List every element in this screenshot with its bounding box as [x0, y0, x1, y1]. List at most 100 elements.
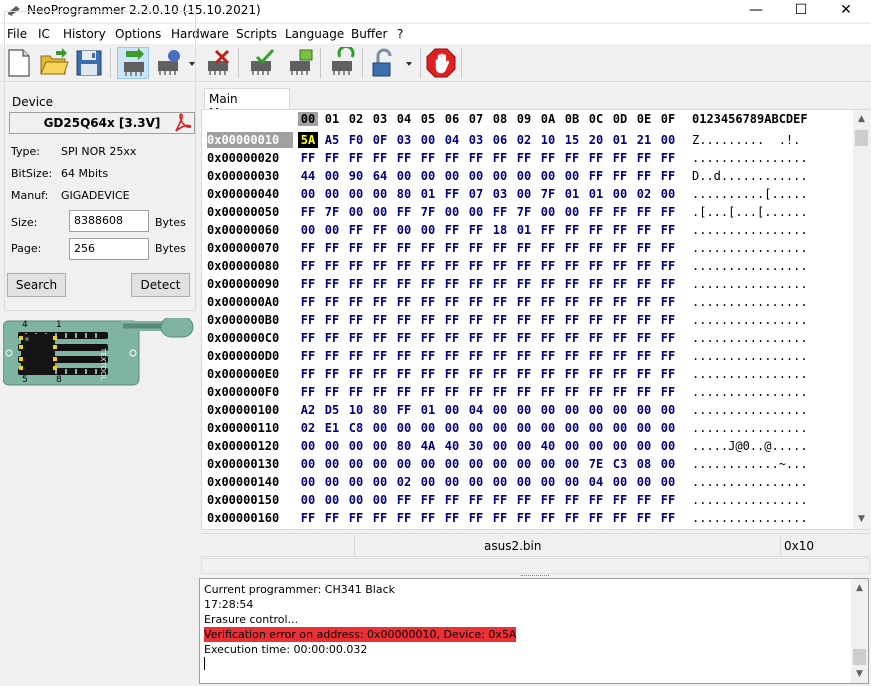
hex-byte-cell[interactable]: FF: [394, 240, 414, 256]
hex-byte-cell[interactable]: 00: [490, 402, 510, 418]
hex-byte-cell[interactable]: 4A: [418, 438, 438, 454]
hex-byte-cell[interactable]: FF: [298, 384, 318, 400]
hex-byte-cell[interactable]: FF: [442, 330, 462, 346]
hex-byte-cell[interactable]: FF: [562, 294, 582, 310]
hex-byte-cell[interactable]: 00: [658, 420, 678, 436]
hex-byte-cell[interactable]: FF: [466, 150, 486, 166]
hex-byte-cell[interactable]: FF: [442, 258, 462, 274]
hex-byte-cell[interactable]: FF: [442, 348, 462, 364]
hex-byte-cell[interactable]: 80: [394, 186, 414, 202]
hex-byte-cell[interactable]: FF: [610, 204, 630, 220]
hex-byte-cell[interactable]: FF: [490, 258, 510, 274]
hex-byte-cell[interactable]: 00: [586, 402, 606, 418]
hex-byte-cell[interactable]: FF: [322, 330, 342, 346]
hex-byte-cell[interactable]: 00: [538, 402, 558, 418]
hex-byte-cell[interactable]: 00: [370, 438, 390, 454]
hex-byte-cell[interactable]: FF: [394, 294, 414, 310]
scroll-down-arrow-icon[interactable]: ▼: [854, 512, 869, 527]
hex-byte-cell[interactable]: FF: [370, 384, 390, 400]
hex-byte-cell[interactable]: 00: [298, 474, 318, 490]
hex-byte-cell[interactable]: FF: [586, 330, 606, 346]
hex-byte-cell[interactable]: FF: [562, 222, 582, 238]
hex-byte-cell[interactable]: 00: [658, 186, 678, 202]
hex-byte-cell[interactable]: FF: [442, 294, 462, 310]
menu-help[interactable]: ?: [397, 27, 403, 41]
hex-byte-cell[interactable]: 00: [466, 420, 486, 436]
hex-byte-cell[interactable]: FF: [466, 330, 486, 346]
hex-byte-cell[interactable]: 01: [418, 402, 438, 418]
hex-byte-cell[interactable]: 40: [442, 438, 462, 454]
hex-byte-cell[interactable]: FF: [490, 366, 510, 382]
hex-byte-cell[interactable]: 00: [610, 402, 630, 418]
hex-byte-cell[interactable]: FF: [370, 510, 390, 526]
hex-byte-cell[interactable]: FF: [394, 348, 414, 364]
hex-byte-cell[interactable]: 03: [490, 186, 510, 202]
hex-byte-cell[interactable]: FF: [610, 258, 630, 274]
hex-byte-cell[interactable]: 00: [370, 492, 390, 508]
hex-byte-cell[interactable]: FF: [514, 312, 534, 328]
hex-byte-cell[interactable]: 00: [490, 456, 510, 472]
hex-byte-cell[interactable]: 00: [538, 474, 558, 490]
stop-icon[interactable]: [425, 47, 457, 79]
hex-byte-cell[interactable]: FF: [514, 510, 534, 526]
hex-row-ascii[interactable]: ................: [692, 510, 842, 526]
hex-byte-cell[interactable]: 00: [634, 402, 654, 418]
hex-byte-cell[interactable]: FF: [370, 294, 390, 310]
hex-byte-cell[interactable]: FF: [586, 168, 606, 184]
hex-byte-cell[interactable]: FF: [610, 366, 630, 382]
hex-byte-cell[interactable]: 00: [466, 204, 486, 220]
hex-byte-cell[interactable]: FF: [514, 240, 534, 256]
hex-byte-cell[interactable]: FF: [586, 276, 606, 292]
hex-byte-cell[interactable]: FF: [634, 348, 654, 364]
hex-byte-cell[interactable]: FF: [346, 348, 366, 364]
hex-row-ascii[interactable]: ................: [692, 312, 842, 328]
hex-byte-cell[interactable]: 7E: [586, 456, 606, 472]
hex-byte-cell[interactable]: FF: [634, 366, 654, 382]
hex-row-ascii[interactable]: D..d............: [692, 168, 842, 184]
hex-byte-cell[interactable]: FF: [562, 276, 582, 292]
hex-byte-cell[interactable]: FF: [610, 510, 630, 526]
hex-byte-cell[interactable]: 64: [370, 168, 390, 184]
hex-byte-cell[interactable]: FF: [634, 204, 654, 220]
hex-byte-cell[interactable]: FF: [298, 348, 318, 364]
hex-byte-cell[interactable]: FF: [586, 204, 606, 220]
hex-byte-cell[interactable]: 00: [538, 204, 558, 220]
hex-byte-cell[interactable]: FF: [418, 330, 438, 346]
hex-byte-cell[interactable]: 5A: [298, 132, 318, 148]
hex-byte-cell[interactable]: FF: [562, 510, 582, 526]
lock-dropdown-arrow-icon[interactable]: [401, 47, 417, 79]
hex-byte-cell[interactable]: 00: [562, 402, 582, 418]
blank-check-icon[interactable]: [284, 47, 316, 79]
hex-byte-cell[interactable]: FF: [586, 258, 606, 274]
hex-byte-cell[interactable]: 00: [562, 438, 582, 454]
hex-byte-cell[interactable]: 00: [370, 456, 390, 472]
hex-byte-cell[interactable]: FF: [562, 330, 582, 346]
hex-byte-cell[interactable]: FF: [466, 366, 486, 382]
hex-byte-cell[interactable]: FF: [466, 240, 486, 256]
hex-byte-cell[interactable]: 7F: [322, 204, 342, 220]
hex-byte-cell[interactable]: FF: [634, 240, 654, 256]
hex-byte-cell[interactable]: 44: [298, 168, 318, 184]
hex-byte-cell[interactable]: FF: [322, 258, 342, 274]
hex-byte-cell[interactable]: FF: [394, 276, 414, 292]
hex-byte-cell[interactable]: 80: [370, 402, 390, 418]
hex-byte-cell[interactable]: 00: [466, 474, 486, 490]
hex-byte-cell[interactable]: 00: [394, 168, 414, 184]
hex-row-ascii[interactable]: ................: [692, 474, 842, 490]
hex-byte-cell[interactable]: FF: [658, 204, 678, 220]
hex-byte-cell[interactable]: FF: [442, 276, 462, 292]
hex-byte-cell[interactable]: FF: [490, 330, 510, 346]
hex-byte-cell[interactable]: 00: [322, 168, 342, 184]
hex-byte-cell[interactable]: 00: [562, 456, 582, 472]
hex-byte-cell[interactable]: FF: [562, 384, 582, 400]
hex-byte-cell[interactable]: FF: [370, 348, 390, 364]
hex-byte-cell[interactable]: 00: [586, 420, 606, 436]
hex-byte-cell[interactable]: 10: [346, 402, 366, 418]
hex-byte-cell[interactable]: FF: [490, 276, 510, 292]
hex-byte-cell[interactable]: FF: [634, 492, 654, 508]
hex-byte-cell[interactable]: A5: [322, 132, 342, 148]
auto-icon[interactable]: [326, 44, 358, 79]
hex-byte-cell[interactable]: FF: [490, 150, 510, 166]
detect-button[interactable]: Detect: [131, 273, 190, 297]
hex-byte-cell[interactable]: 00: [442, 474, 462, 490]
